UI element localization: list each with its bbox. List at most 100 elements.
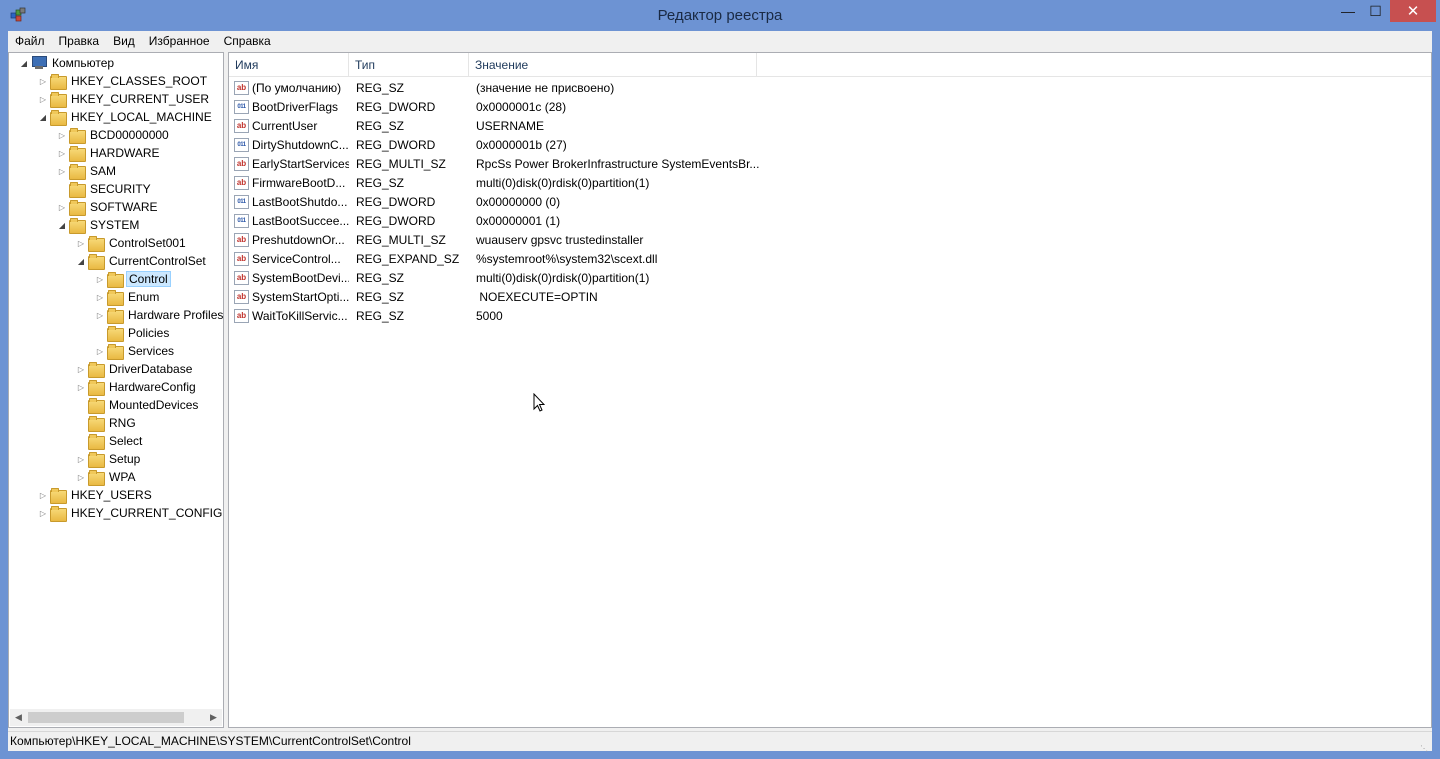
tree-node[interactable]: ▷ SAM xyxy=(57,162,118,180)
tree-node[interactable]: ▷ Enum xyxy=(95,288,161,306)
value-row[interactable]: ab PreshutdownOr... REG_MULTI_SZ wuauserv g… xyxy=(229,231,1431,250)
tree-node[interactable]: ▷ HKEY_CURRENT_CONFIG xyxy=(38,504,223,522)
tree-node[interactable]: ▷ Hardware Profiles xyxy=(95,306,223,324)
collapsed-arrow-icon[interactable]: ▷ xyxy=(76,454,86,464)
value-type: REG_EXPAND_SZ xyxy=(356,252,460,266)
folder-icon xyxy=(69,128,86,144)
collapsed-arrow-icon[interactable]: ▷ xyxy=(76,238,86,248)
tree-node-label: SAM xyxy=(90,164,117,178)
tree-node[interactable]: ▷ HKEY_USERS xyxy=(38,486,154,504)
tree-node[interactable]: ▷ ControlSet001 xyxy=(76,234,188,252)
tree-node[interactable]: ▷ Setup xyxy=(76,450,142,468)
title-bar[interactable]: Редактор реестра — ☐ ✕ xyxy=(0,0,1440,31)
value-row[interactable]: ab FirmwareBootD... REG_SZ multi(0)disk(0)r… xyxy=(229,174,1431,193)
tree-horizontal-scrollbar[interactable]: ◀ ▶ xyxy=(10,709,222,726)
menu-edit[interactable]: Правка xyxy=(52,31,107,51)
close-button[interactable]: ✕ xyxy=(1390,0,1436,22)
value-row[interactable]: 011 LastBootSuccee... REG_DWORD 0x00000001 … xyxy=(229,212,1431,231)
minimize-button[interactable]: — xyxy=(1335,0,1361,22)
no-arrow xyxy=(57,184,67,194)
tree-node-label: Компьютер xyxy=(52,56,115,70)
value-row[interactable]: 011 BootDriverFlags REG_DWORD 0x0000001c (2… xyxy=(229,98,1431,117)
value-name: (По умолчанию) xyxy=(252,81,342,95)
expanded-arrow-icon[interactable]: ◢ xyxy=(57,220,67,230)
value-name: CurrentUser xyxy=(252,119,318,133)
tree-node[interactable]: ▷ BCD00000000 xyxy=(57,126,171,144)
collapsed-arrow-icon[interactable]: ▷ xyxy=(95,346,105,356)
tree-node[interactable]: ◢ HKEY_LOCAL_MACHINE xyxy=(38,108,214,126)
value-type: REG_DWORD xyxy=(356,195,436,209)
value-row[interactable]: ab (По умолчанию) REG_SZ (значение не присв… xyxy=(229,79,1431,98)
value-row[interactable]: ab ServiceControl... REG_EXPAND_SZ %systemr… xyxy=(229,250,1431,269)
string-value-icon: ab xyxy=(234,81,249,95)
tree-node[interactable]: ▷ SOFTWARE xyxy=(57,198,160,216)
value-row[interactable]: ab WaitToKillServic... REG_SZ 5000 xyxy=(229,307,1431,326)
tree-node-root[interactable]: ◢ Компьютер xyxy=(19,54,116,72)
tree-node[interactable]: ▷ HardwareConfig xyxy=(76,378,198,396)
scroll-left-icon[interactable]: ◀ xyxy=(10,709,27,726)
collapsed-arrow-icon[interactable]: ▷ xyxy=(95,274,105,284)
value-name: EarlyStartServices xyxy=(252,157,349,171)
expanded-arrow-icon[interactable]: ◢ xyxy=(76,256,86,266)
menu-help[interactable]: Справка xyxy=(217,31,278,51)
tree-node[interactable]: ▷ HARDWARE xyxy=(57,144,162,162)
tree-node[interactable]: ▷ HKEY_CURRENT_USER xyxy=(38,90,211,108)
binary-value-icon: 011 xyxy=(234,214,249,228)
menu-favorites[interactable]: Избранное xyxy=(142,31,217,51)
tree-node[interactable]: Policies xyxy=(95,324,171,342)
collapsed-arrow-icon[interactable]: ▷ xyxy=(57,148,67,158)
value-type: REG_DWORD xyxy=(356,100,436,114)
tree-node[interactable]: ◢ CurrentControlSet xyxy=(76,252,208,270)
column-header-value[interactable]: Значение xyxy=(469,53,757,77)
column-header-type[interactable]: Тип xyxy=(349,53,469,77)
column-header-name[interactable]: Имя xyxy=(229,53,349,77)
value-type: REG_MULTI_SZ xyxy=(356,233,446,247)
expanded-arrow-icon[interactable]: ◢ xyxy=(19,58,29,68)
expanded-arrow-icon[interactable]: ◢ xyxy=(38,112,48,122)
value-row[interactable]: ab SystemStartOpti... REG_SZ NOEXECUTE=OPT… xyxy=(229,288,1431,307)
scroll-thumb[interactable] xyxy=(28,712,184,723)
value-row[interactable]: 011 LastBootShutdo... REG_DWORD 0x00000000 … xyxy=(229,193,1431,212)
collapsed-arrow-icon[interactable]: ▷ xyxy=(38,94,48,104)
scroll-right-icon[interactable]: ▶ xyxy=(205,709,222,726)
maximize-button[interactable]: ☐ xyxy=(1362,0,1389,22)
value-row[interactable]: ab EarlyStartServices REG_MULTI_SZ RpcSs Po… xyxy=(229,155,1431,174)
collapsed-arrow-icon[interactable]: ▷ xyxy=(95,292,105,302)
menu-file[interactable]: Файл xyxy=(8,31,52,51)
maximize-icon: ☐ xyxy=(1369,2,1382,19)
resize-grip-icon[interactable]: ⋱ xyxy=(1420,739,1430,753)
collapsed-arrow-icon[interactable]: ▷ xyxy=(76,472,86,482)
tree-node[interactable]: ▷ HKEY_CLASSES_ROOT xyxy=(38,72,209,90)
value-data: (значение не присвоено) xyxy=(476,81,615,95)
collapsed-arrow-icon[interactable]: ▷ xyxy=(38,508,48,518)
tree-node[interactable]: ▷ DriverDatabase xyxy=(76,360,194,378)
collapsed-arrow-icon[interactable]: ▷ xyxy=(57,166,67,176)
tree-node[interactable]: Select xyxy=(76,432,144,450)
values-list[interactable]: Имя Тип Значение ab (По умолчанию) REG_SZ(… xyxy=(228,52,1432,728)
registry-tree[interactable]: ◢ Компьютер ▷ HKEY_CLASSES_ROOT ▷ HKEY_CURREN… xyxy=(8,52,224,728)
collapsed-arrow-icon[interactable]: ▷ xyxy=(95,310,105,320)
menu-view[interactable]: Вид xyxy=(106,31,142,51)
string-value-icon: ab xyxy=(234,309,249,323)
tree-node[interactable]: ▷ WPA xyxy=(76,468,137,486)
tree-node[interactable]: ▷ Services xyxy=(95,342,176,360)
tree-node[interactable]: ▷ Control xyxy=(95,270,171,288)
collapsed-arrow-icon[interactable]: ▷ xyxy=(76,364,86,374)
collapsed-arrow-icon[interactable]: ▷ xyxy=(38,76,48,86)
collapsed-arrow-icon[interactable]: ▷ xyxy=(38,490,48,500)
string-value-icon: ab xyxy=(234,271,249,285)
collapsed-arrow-icon[interactable]: ▷ xyxy=(76,382,86,392)
tree-node[interactable]: MountedDevices xyxy=(76,396,200,414)
tree-node[interactable]: ◢ SYSTEM xyxy=(57,216,141,234)
mouse-pointer-icon xyxy=(533,393,545,412)
collapsed-arrow-icon[interactable]: ▷ xyxy=(57,130,67,140)
collapsed-arrow-icon[interactable]: ▷ xyxy=(57,202,67,212)
tree-node[interactable]: RNG xyxy=(76,414,138,432)
value-row[interactable]: ab CurrentUser REG_SZ USERNAME xyxy=(229,117,1431,136)
value-row[interactable]: 011 DirtyShutdownC... REG_DWORD 0x0000001b … xyxy=(229,136,1431,155)
folder-icon xyxy=(107,344,124,360)
value-name: BootDriverFlags xyxy=(252,100,339,114)
tree-node[interactable]: SECURITY xyxy=(57,180,153,198)
value-row[interactable]: ab SystemBootDevi... REG_SZ multi(0)disk(0)… xyxy=(229,269,1431,288)
binary-value-icon: 011 xyxy=(234,138,249,152)
